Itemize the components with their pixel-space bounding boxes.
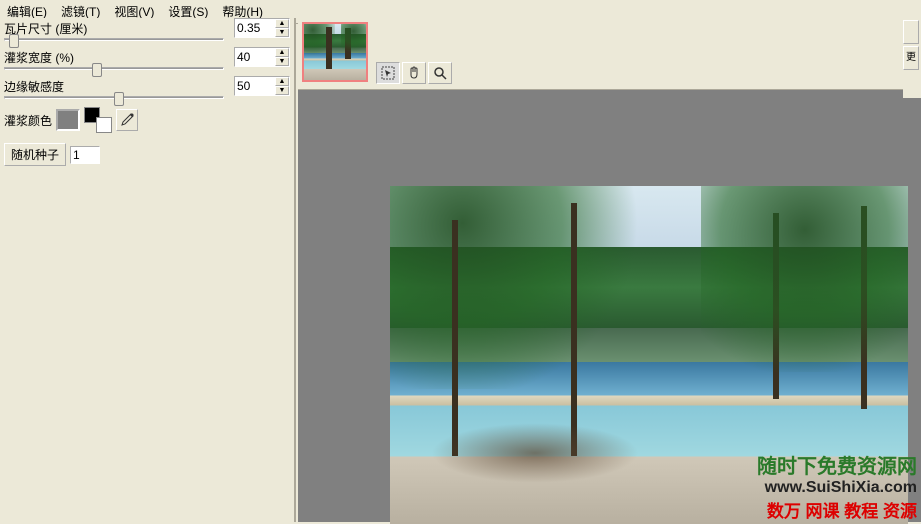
controls-panel: 瓦片尺寸 (厘米) ▲ ▼ 灌浆宽度 (%) ▲ ▼ 边缘敏感度 xyxy=(0,18,296,522)
preview-thumbnail[interactable] xyxy=(302,22,368,82)
thumbnail-strip xyxy=(298,18,921,90)
spin-down-icon[interactable]: ▼ xyxy=(275,86,289,95)
spin-up-icon[interactable]: ▲ xyxy=(275,48,289,57)
grout-width-spinner[interactable]: ▲ ▼ xyxy=(234,47,290,67)
edge-sensitivity-spinner[interactable]: ▲ ▼ xyxy=(234,76,290,96)
slider-thumb[interactable] xyxy=(114,92,124,106)
pointer-tool-button[interactable] xyxy=(376,62,400,84)
grout-width-slider[interactable] xyxy=(4,67,224,70)
hand-icon xyxy=(407,66,421,80)
spin-up-icon[interactable]: ▲ xyxy=(275,77,289,86)
grout-width-label: 灌浆宽度 (%) xyxy=(4,49,124,66)
grout-width-input[interactable] xyxy=(235,48,275,66)
hand-tool-button[interactable] xyxy=(402,62,426,84)
pointer-icon xyxy=(381,66,395,80)
zoom-tool-button[interactable] xyxy=(428,62,452,84)
magnifier-icon xyxy=(433,66,447,80)
edge-sensitivity-slider[interactable] xyxy=(4,96,224,99)
grout-color-swatch[interactable] xyxy=(56,109,80,131)
seed-input[interactable] xyxy=(70,146,100,164)
tile-size-spinner[interactable]: ▲ ▼ xyxy=(234,18,290,38)
slider-thumb[interactable] xyxy=(92,63,102,77)
spin-down-icon[interactable]: ▼ xyxy=(275,57,289,66)
spin-up-icon[interactable]: ▲ xyxy=(275,19,289,28)
right-sidebar: 更 xyxy=(903,18,921,98)
tile-size-slider[interactable] xyxy=(4,38,224,41)
eyedropper-icon xyxy=(120,113,134,127)
spin-down-icon[interactable]: ▼ xyxy=(275,28,289,37)
random-seed-button[interactable]: 随机种子 xyxy=(4,143,66,166)
preview-image xyxy=(390,186,908,524)
grout-color-label: 灌浆颜色 xyxy=(4,112,52,129)
preview-area xyxy=(298,18,921,522)
background-color-swatch[interactable] xyxy=(96,117,112,133)
tile-size-label: 瓦片尺寸 (厘米) xyxy=(4,20,124,37)
edge-sensitivity-label: 边缘敏感度 xyxy=(4,78,124,95)
edge-sensitivity-input[interactable] xyxy=(235,77,275,95)
right-button-1[interactable] xyxy=(903,20,919,44)
right-button-2[interactable]: 更 xyxy=(903,46,919,70)
fg-bg-swatch[interactable] xyxy=(84,107,112,133)
canvas-preview[interactable] xyxy=(390,186,908,524)
tile-size-input[interactable] xyxy=(235,19,275,37)
view-tools xyxy=(376,62,452,84)
eyedropper-button[interactable] xyxy=(116,109,138,131)
slider-thumb[interactable] xyxy=(9,34,19,48)
